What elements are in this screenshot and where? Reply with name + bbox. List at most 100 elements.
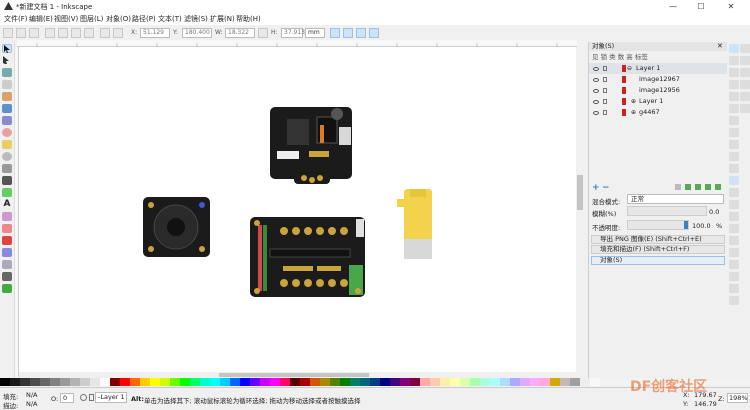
- visibility-icon[interactable]: [593, 67, 599, 71]
- menu-edit[interactable]: 编辑(E): [27, 14, 55, 24]
- ungroup-icon[interactable]: [729, 236, 739, 245]
- highlight-color-icon[interactable]: [622, 98, 626, 105]
- visibility-icon[interactable]: [593, 78, 599, 82]
- pen-tool-icon[interactable]: [2, 176, 12, 185]
- menu-object[interactable]: 对象(O): [104, 14, 133, 24]
- xml-editor-icon[interactable]: [729, 272, 739, 281]
- layer-row[interactable]: image12967: [589, 74, 727, 85]
- horizontal-scroll-thumb[interactable]: [219, 373, 369, 377]
- stroke-value[interactable]: N/A: [26, 400, 38, 408]
- 3d-box-tool-icon[interactable]: [2, 116, 12, 125]
- objects-section[interactable]: 对象(S): [591, 256, 725, 265]
- dropper-tool-icon[interactable]: [2, 272, 12, 281]
- microbit-expansion-board-image[interactable]: [250, 217, 365, 297]
- visibility-icon[interactable]: [593, 89, 599, 93]
- highlight-color-icon[interactable]: [622, 109, 626, 116]
- menu-help[interactable]: 帮助(H): [234, 14, 263, 24]
- highlight-color-icon[interactable]: [622, 76, 626, 83]
- lock-icon[interactable]: [603, 110, 607, 115]
- move-down-icon[interactable]: [695, 184, 701, 190]
- opacity-status-field[interactable]: 0: [60, 393, 74, 403]
- flip-vertical-icon[interactable]: [84, 28, 94, 38]
- x-field[interactable]: 51.129: [140, 28, 170, 38]
- measure-tool-icon[interactable]: [2, 92, 12, 101]
- visibility-icon[interactable]: [593, 100, 599, 104]
- preferences-icon[interactable]: [729, 296, 739, 305]
- menu-filters[interactable]: 滤镜(S): [182, 14, 210, 24]
- spray-tool-icon[interactable]: [2, 212, 12, 221]
- blur-slider[interactable]: [627, 206, 707, 216]
- snap-paths-icon[interactable]: [740, 68, 750, 77]
- lock-icon[interactable]: [603, 77, 607, 82]
- star-tool-icon[interactable]: [2, 140, 12, 149]
- menu-path[interactable]: 路径(P): [130, 14, 158, 24]
- connector-tool-icon[interactable]: [2, 284, 12, 293]
- drawing-canvas[interactable]: [19, 47, 576, 372]
- zoom-field[interactable]: 198%: [727, 393, 748, 403]
- collapse-icon[interactable]: ⊖: [627, 63, 632, 74]
- print-icon[interactable]: [729, 92, 739, 101]
- menu-file[interactable]: 文件(F): [2, 14, 30, 24]
- mp3-module-image[interactable]: [270, 107, 352, 184]
- save-icon[interactable]: [729, 80, 739, 89]
- y-field[interactable]: 180.400: [182, 28, 212, 38]
- spiral-tool-icon[interactable]: [2, 152, 12, 161]
- h-field[interactable]: 37.913: [281, 28, 305, 38]
- unit-select[interactable]: mm: [305, 28, 325, 38]
- new-document-icon[interactable]: [729, 56, 739, 65]
- lock-icon[interactable]: [603, 88, 607, 93]
- select-all-icon[interactable]: [3, 28, 13, 38]
- open-icon[interactable]: [729, 68, 739, 77]
- lock-ratio-icon[interactable]: [258, 28, 268, 38]
- layer-row[interactable]: ⊕ Layer 1: [589, 96, 727, 107]
- align-icon[interactable]: [729, 284, 739, 293]
- node-tool-icon[interactable]: [2, 56, 12, 65]
- expand-icon[interactable]: ⊕: [631, 107, 636, 118]
- lock-icon[interactable]: [603, 66, 607, 71]
- layer-row[interactable]: ⊕ g4467: [589, 107, 727, 118]
- export-png-section[interactable]: 导出 PNG 图像(E) (Shift+Ctrl+E): [591, 235, 725, 244]
- expand-icon[interactable]: ⊕: [631, 96, 636, 107]
- mesh-tool-icon[interactable]: [2, 260, 12, 269]
- opacity-value[interactable]: 100.0: [692, 222, 711, 230]
- snap-toggle-icon[interactable]: [729, 44, 739, 53]
- clone-icon[interactable]: [729, 212, 739, 221]
- fill-stroke-icon[interactable]: [729, 248, 739, 257]
- flip-horizontal-icon[interactable]: [71, 28, 81, 38]
- select-all-layers-icon[interactable]: [16, 28, 26, 38]
- tweak-tool-icon[interactable]: [2, 68, 12, 77]
- lower-to-bottom-icon[interactable]: [113, 28, 123, 38]
- import-icon[interactable]: [729, 104, 739, 113]
- highlight-color-icon[interactable]: [622, 87, 626, 94]
- layer-lock-icon[interactable]: [89, 394, 94, 401]
- gradient-tool-icon[interactable]: [2, 248, 12, 257]
- layer-row[interactable]: ⊖ Layer 1: [589, 63, 727, 74]
- zoom-drawing-icon[interactable]: [729, 188, 739, 197]
- calligraphy-tool-icon[interactable]: [2, 188, 12, 197]
- menu-layer[interactable]: 图层(L): [78, 14, 105, 24]
- selector-tool-icon[interactable]: [2, 44, 12, 53]
- copy-icon[interactable]: [729, 152, 739, 161]
- rectangle-tool-icon[interactable]: [2, 104, 12, 113]
- zoom-tool-icon[interactable]: [2, 80, 12, 89]
- text-tool-icon[interactable]: A: [2, 200, 12, 209]
- snap-nodes-icon[interactable]: [740, 56, 750, 65]
- collapse-all-icon[interactable]: [715, 184, 721, 190]
- undo-icon[interactable]: [729, 128, 739, 137]
- vertical-scrollbar[interactable]: [576, 47, 584, 372]
- w-field[interactable]: 18.322: [225, 28, 255, 38]
- rotate-ccw-icon[interactable]: [45, 28, 55, 38]
- snap-grid-icon[interactable]: [740, 92, 750, 101]
- move-up-icon[interactable]: [685, 184, 691, 190]
- rotate-cw-icon[interactable]: [58, 28, 68, 38]
- speaker-module-image[interactable]: [143, 197, 210, 257]
- export-icon[interactable]: [729, 116, 739, 125]
- snap-bbox-icon[interactable]: [740, 44, 750, 53]
- duplicate-icon[interactable]: [729, 200, 739, 209]
- menu-view[interactable]: 视图(V): [52, 14, 80, 24]
- remove-layer-icon[interactable]: −: [602, 183, 610, 193]
- fill-value[interactable]: N/A: [26, 391, 38, 399]
- snap-page-icon[interactable]: [740, 104, 750, 113]
- group-icon[interactable]: [729, 224, 739, 233]
- text-font-icon[interactable]: [729, 260, 739, 269]
